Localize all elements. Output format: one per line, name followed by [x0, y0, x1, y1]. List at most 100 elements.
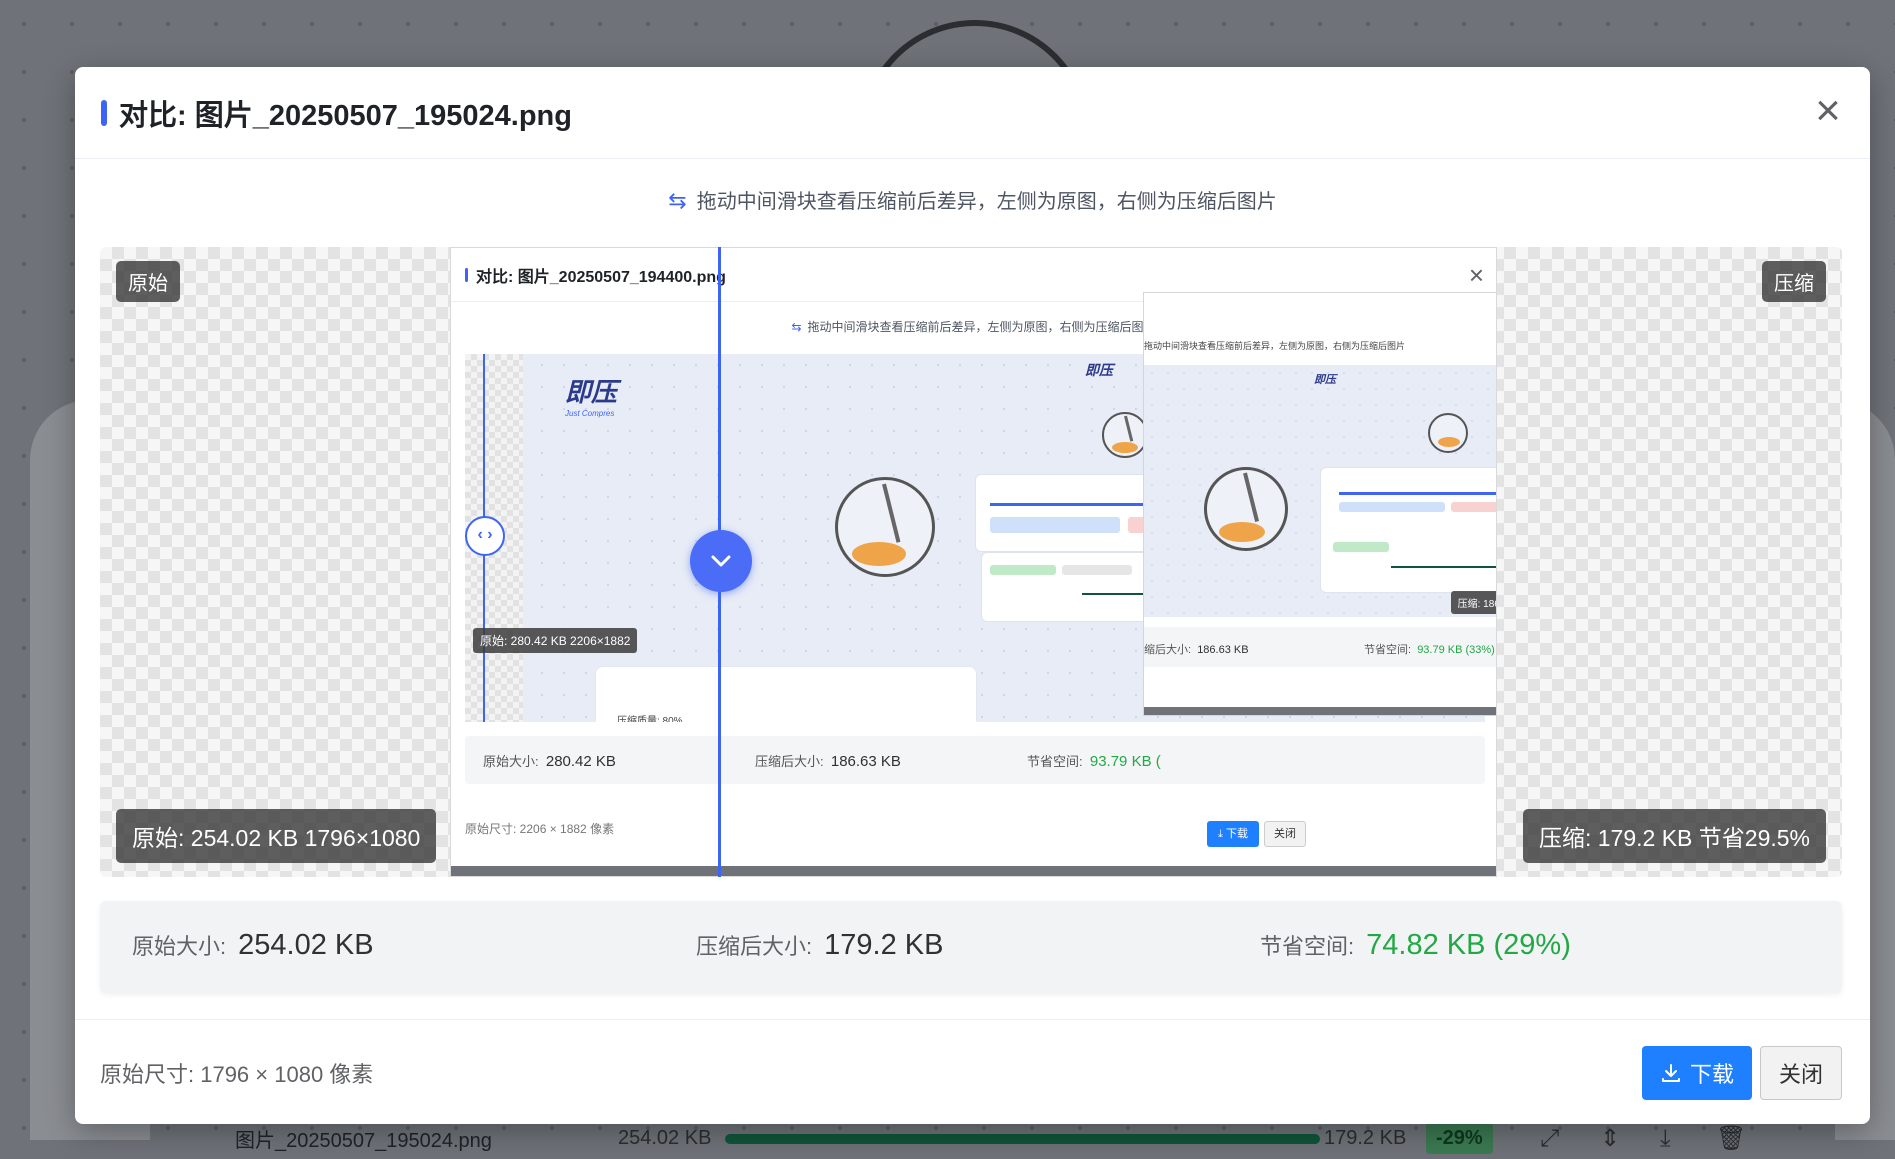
inner-stat-original-label: 原始大小:: [483, 754, 539, 769]
close-icon[interactable]: ×: [1808, 89, 1848, 133]
nested-stage: 即压 压缩: 186.63 KB 节省3: [1144, 365, 1496, 617]
wheel-pole-small: [1124, 415, 1134, 442]
wheel-pole: [882, 483, 901, 543]
compared-image: 对比: 图片_20250507_194400.png × ⇆ 拖动中间滑块查看压缩…: [450, 247, 1497, 877]
stat-compressed: 压缩后大小: 179.2 KB: [696, 929, 943, 962]
nested-hamster-wheel: [1204, 467, 1288, 551]
inner-slider-handle: ‹ ›: [465, 516, 505, 556]
inner-stat-saved: 节省空间: 93.79 KB (: [1027, 751, 1161, 770]
inner-quality-label: 压缩质量: 80%: [617, 716, 683, 722]
inner-pill-green: [990, 565, 1056, 575]
compare-icon[interactable]: ⇕: [1600, 1124, 1620, 1153]
download-label: 下载: [1689, 1062, 1734, 1087]
download-icon: [1661, 1064, 1680, 1082]
original-info-label: 原始: 254.02 KB 1796×1080: [116, 809, 437, 863]
hamster-body-small: [1112, 442, 1138, 453]
inner-logo-sub: Just Compres: [565, 409, 615, 418]
inner-download-button: ⤓ 下载: [1207, 821, 1259, 847]
inner-pill-blue: [990, 517, 1120, 533]
inner-title: 对比: 图片_20250507_194400.png: [476, 268, 726, 286]
inner-logo-text: 即压: [565, 377, 618, 407]
inner-stat-compressed: 压缩后大小: 186.63 KB: [755, 751, 901, 770]
footer-divider: [75, 1019, 1870, 1020]
inner-stats: 原始大小: 280.42 KB 压缩后大小: 186.63 KB 节省空间: 9…: [465, 736, 1485, 784]
inner-footer-size: 原始尺寸: 2206 × 1882 像素: [465, 822, 615, 836]
nested-stat-saved-label: 节省空间:: [1364, 644, 1412, 656]
inner-stat-compressed-value: 186.63 KB: [830, 753, 901, 770]
inner-stat-saved-value: 93.79 KB (: [1089, 753, 1161, 770]
slider-handle[interactable]: [690, 530, 752, 592]
compare-hint: ⇆ 拖动中间滑块查看压缩前后差异，左侧为原图，右侧为压缩后图片: [75, 185, 1870, 214]
hamster-wheel-illustration: [835, 477, 935, 577]
hamster-wheel-small: [1102, 412, 1148, 458]
original-tag: 原始: [116, 261, 180, 302]
file-name: 图片_20250507_195024.png: [235, 1130, 492, 1152]
stat-saved: 节省空间: 74.82 KB (29%): [1260, 929, 1571, 962]
nested-wheel-pole: [1243, 472, 1260, 522]
compressed-info-label: 压缩: 179.2 KB 节省29.5%: [1522, 809, 1826, 863]
nested-stat-compressed: 缩后大小: 186.63 KB: [1144, 641, 1249, 657]
nested-hamster-wheel-small: [1428, 413, 1468, 453]
inner-stat-saved-label: 节省空间:: [1027, 754, 1083, 769]
chevron-down-icon: [711, 555, 731, 567]
stat-saved-label: 节省空间:: [1260, 934, 1355, 959]
stat-compressed-label: 压缩后大小:: [696, 934, 813, 959]
inner-stat-original: 原始大小: 280.42 KB: [483, 751, 616, 770]
inner-title-accent: [465, 267, 468, 282]
inner-hint-text: 拖动中间滑块查看压缩前后差异，左侧为原图，右侧为压缩后图片: [807, 320, 1156, 334]
compared-image-bottom-bar: [451, 866, 1496, 876]
download-icon[interactable]: ⤓: [1660, 1125, 1671, 1153]
stat-original-label: 原始大小:: [132, 934, 227, 959]
nested-stat-saved-value: 93.79 KB (33%): [1417, 644, 1495, 656]
nested-stat-compressed-value: 186.63 KB: [1197, 644, 1249, 656]
title-accent-bar: [101, 99, 107, 126]
nested-pill-green: [1333, 542, 1389, 552]
modal-header: 对比: 图片_20250507_195024.png ×: [75, 67, 1870, 159]
swap-icon: ⇆: [668, 188, 687, 213]
size-stats: 原始大小: 254.02 KB 压缩后大小: 179.2 KB 节省空间: 74…: [100, 901, 1842, 993]
nested-logo: 即压: [1314, 374, 1336, 386]
nested-stat-saved: 节省空间: 93.79 KB (33%): [1364, 641, 1495, 657]
inner-original-info: 原始: 280.42 KB 2206×1882: [473, 628, 638, 653]
nested-pill-red: [1451, 502, 1496, 512]
nested-panel: [1320, 467, 1496, 593]
file-row: 图片_20250507_195024.png 254.02 KB 179.2 K…: [60, 1118, 1860, 1159]
compare-modal: 对比: 图片_20250507_195024.png × ⇆ 拖动中间滑块查看压缩…: [75, 67, 1870, 1124]
inner-logo: 即压 Just Compres: [565, 372, 617, 418]
close-button[interactable]: 关闭: [1760, 1046, 1842, 1100]
nested-slider: [1339, 492, 1496, 495]
nested-hamster-body: [1219, 522, 1265, 542]
nested-compressed-info: 压缩: 186.63 KB 节省33.4%: [1450, 591, 1496, 614]
nested-progress: [1391, 566, 1496, 568]
compare-hint-text: 拖动中间滑块查看压缩前后差异，左侧为原图，右侧为压缩后图片: [696, 191, 1277, 213]
modal-title: 对比: 图片_20250507_195024.png: [119, 99, 572, 132]
nested-hint: 拖动中间滑块查看压缩前后差异，左侧为原图，右侧为压缩后图片: [1144, 341, 1406, 351]
file-original-size: 254.02 KB: [618, 1127, 712, 1149]
stat-compressed-value: 179.2 KB: [824, 929, 944, 961]
file-percent-badge: -29%: [1426, 1123, 1493, 1154]
expand-icon[interactable]: ⤢: [1540, 1125, 1559, 1153]
inner-pill-gray: [1062, 565, 1132, 575]
file-compressed-size: 179.2 KB: [1324, 1127, 1407, 1149]
nested-hamster-body-small: [1438, 437, 1460, 447]
compare-stage[interactable]: 对比: 图片_20250507_194400.png × ⇆ 拖动中间滑块查看压缩…: [100, 247, 1842, 877]
inner-close-icon: ×: [1468, 260, 1484, 290]
inner-close-button: 关闭: [1264, 821, 1306, 847]
inner-stat-compressed-label: 压缩后大小:: [755, 754, 824, 769]
nested-stat-compressed-label: 缩后大小:: [1144, 644, 1192, 656]
nested-compressed-view: × 拖动中间滑块查看压缩前后差异，左侧为原图，右侧为压缩后图片 即压: [1143, 292, 1496, 716]
original-dimensions: 原始尺寸: 1796 × 1080 像素: [100, 1062, 374, 1087]
stat-original: 原始大小: 254.02 KB: [132, 929, 374, 962]
delete-icon[interactable]: 🗑: [1716, 1124, 1746, 1153]
nested-stats: 缩后大小: 186.63 KB 节省空间: 93.79 KB (33%): [1144, 627, 1496, 667]
compressed-tag: 压缩: [1762, 261, 1826, 302]
inner-swap-icon: ⇆: [791, 320, 802, 334]
file-progress-bar: [725, 1133, 1320, 1144]
stat-saved-value: 74.82 KB (29%): [1366, 929, 1571, 961]
nested-pill-blue: [1339, 502, 1445, 512]
nested-bottom-bar: [1144, 707, 1496, 715]
hamster-body: [852, 542, 906, 566]
download-button[interactable]: 下载: [1642, 1046, 1752, 1100]
stat-original-value: 254.02 KB: [238, 929, 374, 961]
inner-stat-original-value: 280.42 KB: [545, 753, 616, 770]
